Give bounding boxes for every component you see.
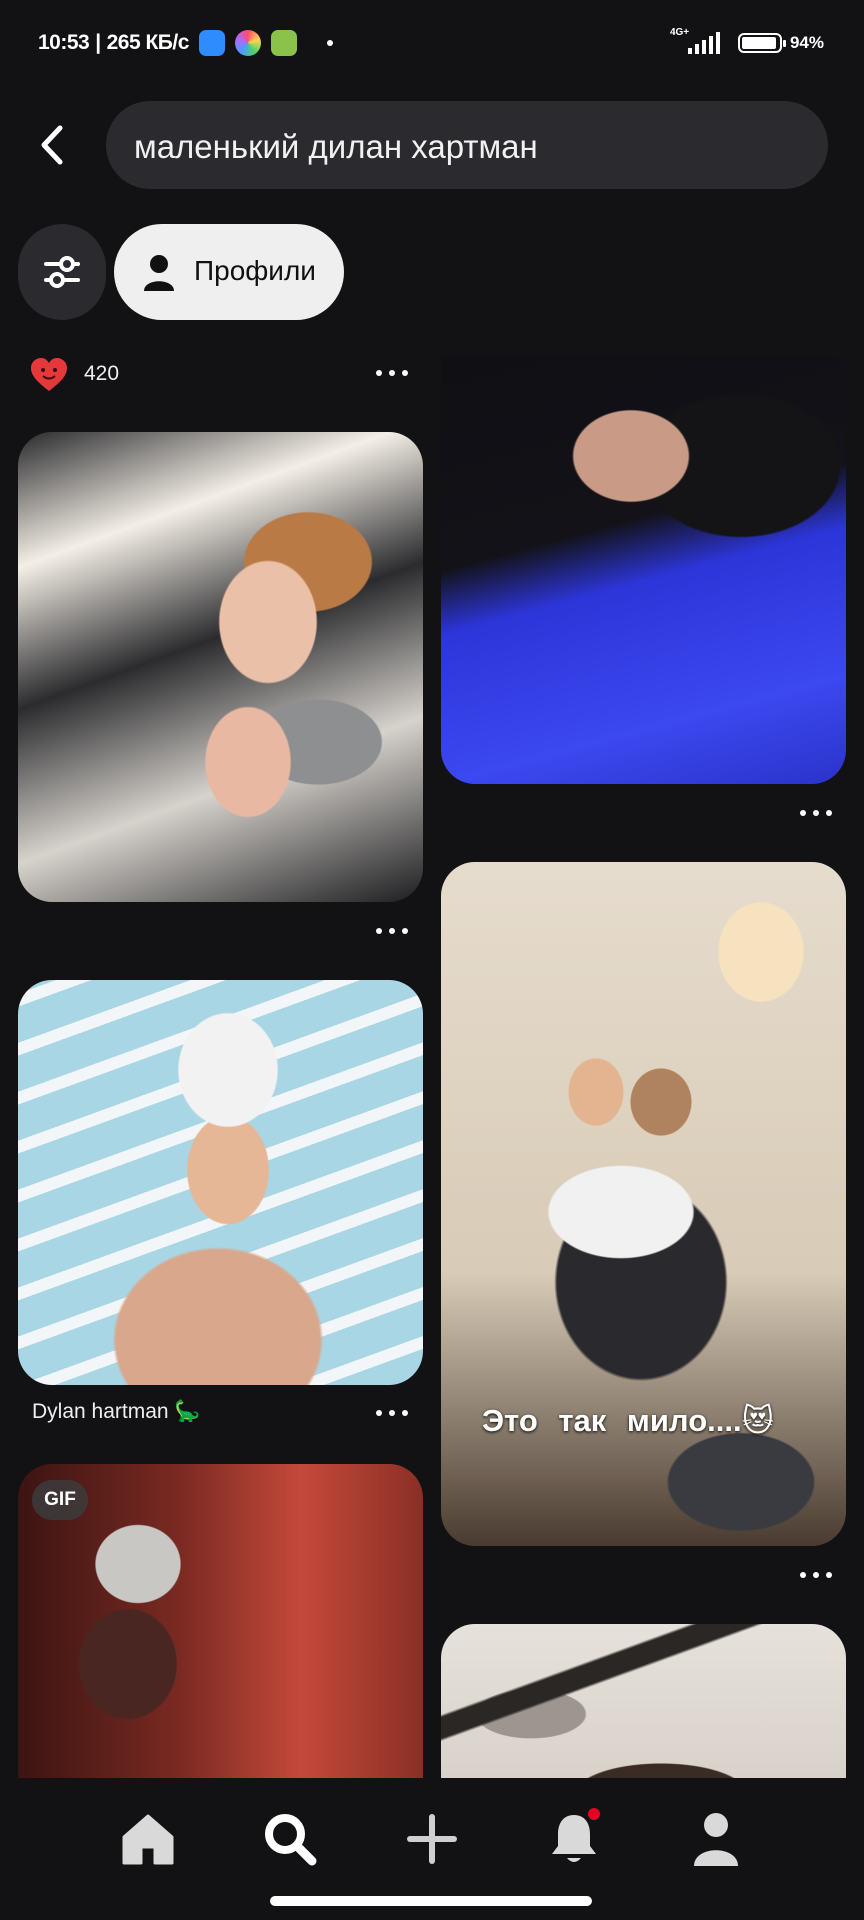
profiles-filter-chip[interactable]: Профили (114, 224, 344, 320)
nav-notifications[interactable] (534, 1804, 614, 1874)
nav-profile[interactable] (676, 1804, 756, 1874)
search-icon (265, 1814, 317, 1866)
chevron-left-icon (41, 125, 63, 165)
pin-more-button[interactable] (376, 368, 408, 378)
nav-search[interactable] (250, 1804, 330, 1874)
pin-caption: Это так мило....😻 (482, 1403, 774, 1438)
notifications-icon (552, 1815, 596, 1862)
status-left: 10:53 | 265 КБ/с (38, 30, 333, 56)
status-right: 4G+ 94% (670, 28, 824, 54)
home-indicator[interactable] (270, 1896, 592, 1906)
heart-reaction-icon (31, 358, 67, 391)
back-button[interactable] (30, 118, 74, 172)
gif-badge: GIF (32, 1480, 88, 1520)
search-query: маленький дилан хартман (134, 128, 538, 165)
pin-more-button[interactable] (376, 926, 408, 936)
notification-dot (588, 1808, 600, 1820)
pin-title: Dylan hartman 🦕 (32, 1400, 201, 1423)
sliders-icon (44, 256, 80, 288)
pin-image-two-boys-selfie[interactable] (18, 432, 423, 902)
pin-more-button[interactable] (800, 1570, 832, 1580)
person-icon (144, 255, 174, 291)
battery-icon (737, 33, 786, 53)
add-icon (407, 1814, 457, 1864)
nav-create[interactable] (392, 1804, 472, 1874)
network-type: 4G+ (669, 27, 690, 38)
home-icon (122, 1814, 174, 1865)
search-input[interactable]: маленький дилан хартман (106, 101, 828, 189)
status-bar: 10:53 | 265 КБ/с 4G+ 94% (0, 0, 864, 90)
pin-image-boy-with-baby[interactable] (441, 862, 846, 1546)
more-notifications-dot (326, 40, 333, 46)
pin-image-boy-blue-light[interactable] (441, 356, 846, 784)
filter-button[interactable] (18, 224, 106, 320)
status-time: 10:53 (38, 31, 90, 54)
like-count: 420 (84, 362, 120, 385)
profiles-label: Профили (194, 255, 316, 286)
status-separator: | (95, 31, 101, 54)
photos-notification-icon (234, 30, 261, 56)
app-notification-icon (198, 30, 225, 56)
profile-icon (694, 1813, 738, 1866)
update-notification-icon (270, 30, 297, 56)
signal-icon: 4G+ (670, 28, 720, 54)
battery-level: 94% (789, 33, 824, 52)
nav-home[interactable] (108, 1804, 188, 1874)
pin-image-ceiling-fan[interactable] (441, 1624, 846, 1778)
pin-image-boy-white-cap[interactable] (18, 980, 423, 1385)
status-speed: 265 КБ/с (106, 31, 190, 54)
pin-more-button[interactable] (800, 808, 832, 818)
pin-more-button[interactable] (376, 1408, 408, 1418)
